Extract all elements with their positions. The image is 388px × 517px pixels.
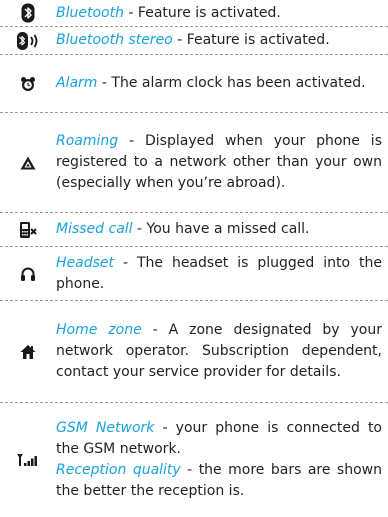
table-row-alarm: Alarm - The alarm clock has been activat…: [0, 55, 388, 113]
term-label: Alarm: [56, 75, 98, 91]
roaming-icon: [20, 156, 36, 169]
table-row-roaming: Roaming - Displayed when your phone is r…: [0, 113, 388, 213]
icon-cell: [0, 453, 56, 467]
row-description: Home zone - A zone designated by your ne…: [56, 320, 388, 383]
status-icon-table: Bluetooth - Feature is activated. Blueto…: [0, 0, 388, 517]
table-row-home-zone: Home zone - A zone designated by your ne…: [0, 301, 388, 403]
paragraph: GSM Network - your phone is connected to…: [56, 418, 382, 460]
icon-cell: [0, 266, 56, 282]
icon-cell: [0, 344, 56, 360]
table-row-bluetooth-stereo: Bluetooth stereo - Feature is activated.: [0, 27, 388, 55]
term-label: Missed call: [56, 221, 133, 237]
paragraph: Reception quality - the more bars are sh…: [56, 460, 382, 502]
term-label: Roaming: [56, 133, 119, 149]
term-description: - Feature is activated.: [172, 32, 330, 48]
row-description: Missed call - You have a missed call.: [56, 219, 388, 240]
term-description: - The alarm clock has been activated.: [97, 75, 366, 91]
headset-icon: [21, 267, 35, 281]
row-description: Headset - The headset is plugged into th…: [56, 253, 388, 295]
term-label: Bluetooth: [56, 4, 124, 21]
table-row-missed-call: Missed call - You have a missed call.: [0, 213, 388, 247]
icon-cell: [0, 31, 56, 50]
term-description: - Feature is activated.: [123, 4, 281, 21]
row-description: Bluetooth - Feature is activated.: [56, 3, 388, 24]
term-label: Home zone: [56, 322, 142, 338]
table-row-gsm-network: GSM Network - your phone is connected to…: [0, 403, 388, 517]
table-row-headset: Headset - The headset is plugged into th…: [0, 247, 388, 301]
icon-cell: [0, 3, 56, 23]
gsm-signal-icon: [17, 454, 37, 466]
term-label: GSM Network: [56, 420, 155, 436]
bluetooth-stereo-icon: [17, 31, 38, 50]
bluetooth-icon: [21, 3, 35, 23]
table-row-bluetooth: Bluetooth - Feature is activated.: [0, 0, 388, 27]
icon-cell: [0, 76, 56, 92]
row-description: Bluetooth stereo - Feature is activated.: [56, 30, 388, 51]
term-description: - You have a missed call.: [132, 221, 310, 237]
icon-cell: [0, 156, 56, 170]
missed-call-icon: [20, 221, 37, 238]
term-label: Headset: [56, 254, 115, 271]
alarm-clock-icon: [21, 76, 35, 91]
term-label: Reception quality: [56, 462, 181, 478]
term-label: Bluetooth stereo: [56, 32, 173, 48]
row-description: Alarm - The alarm clock has been activat…: [56, 73, 388, 94]
home-zone-icon: [20, 344, 36, 359]
icon-cell: [0, 221, 56, 239]
row-description: Roaming - Displayed when your phone is r…: [56, 131, 388, 194]
row-description: GSM Network - your phone is connected to…: [56, 418, 388, 502]
